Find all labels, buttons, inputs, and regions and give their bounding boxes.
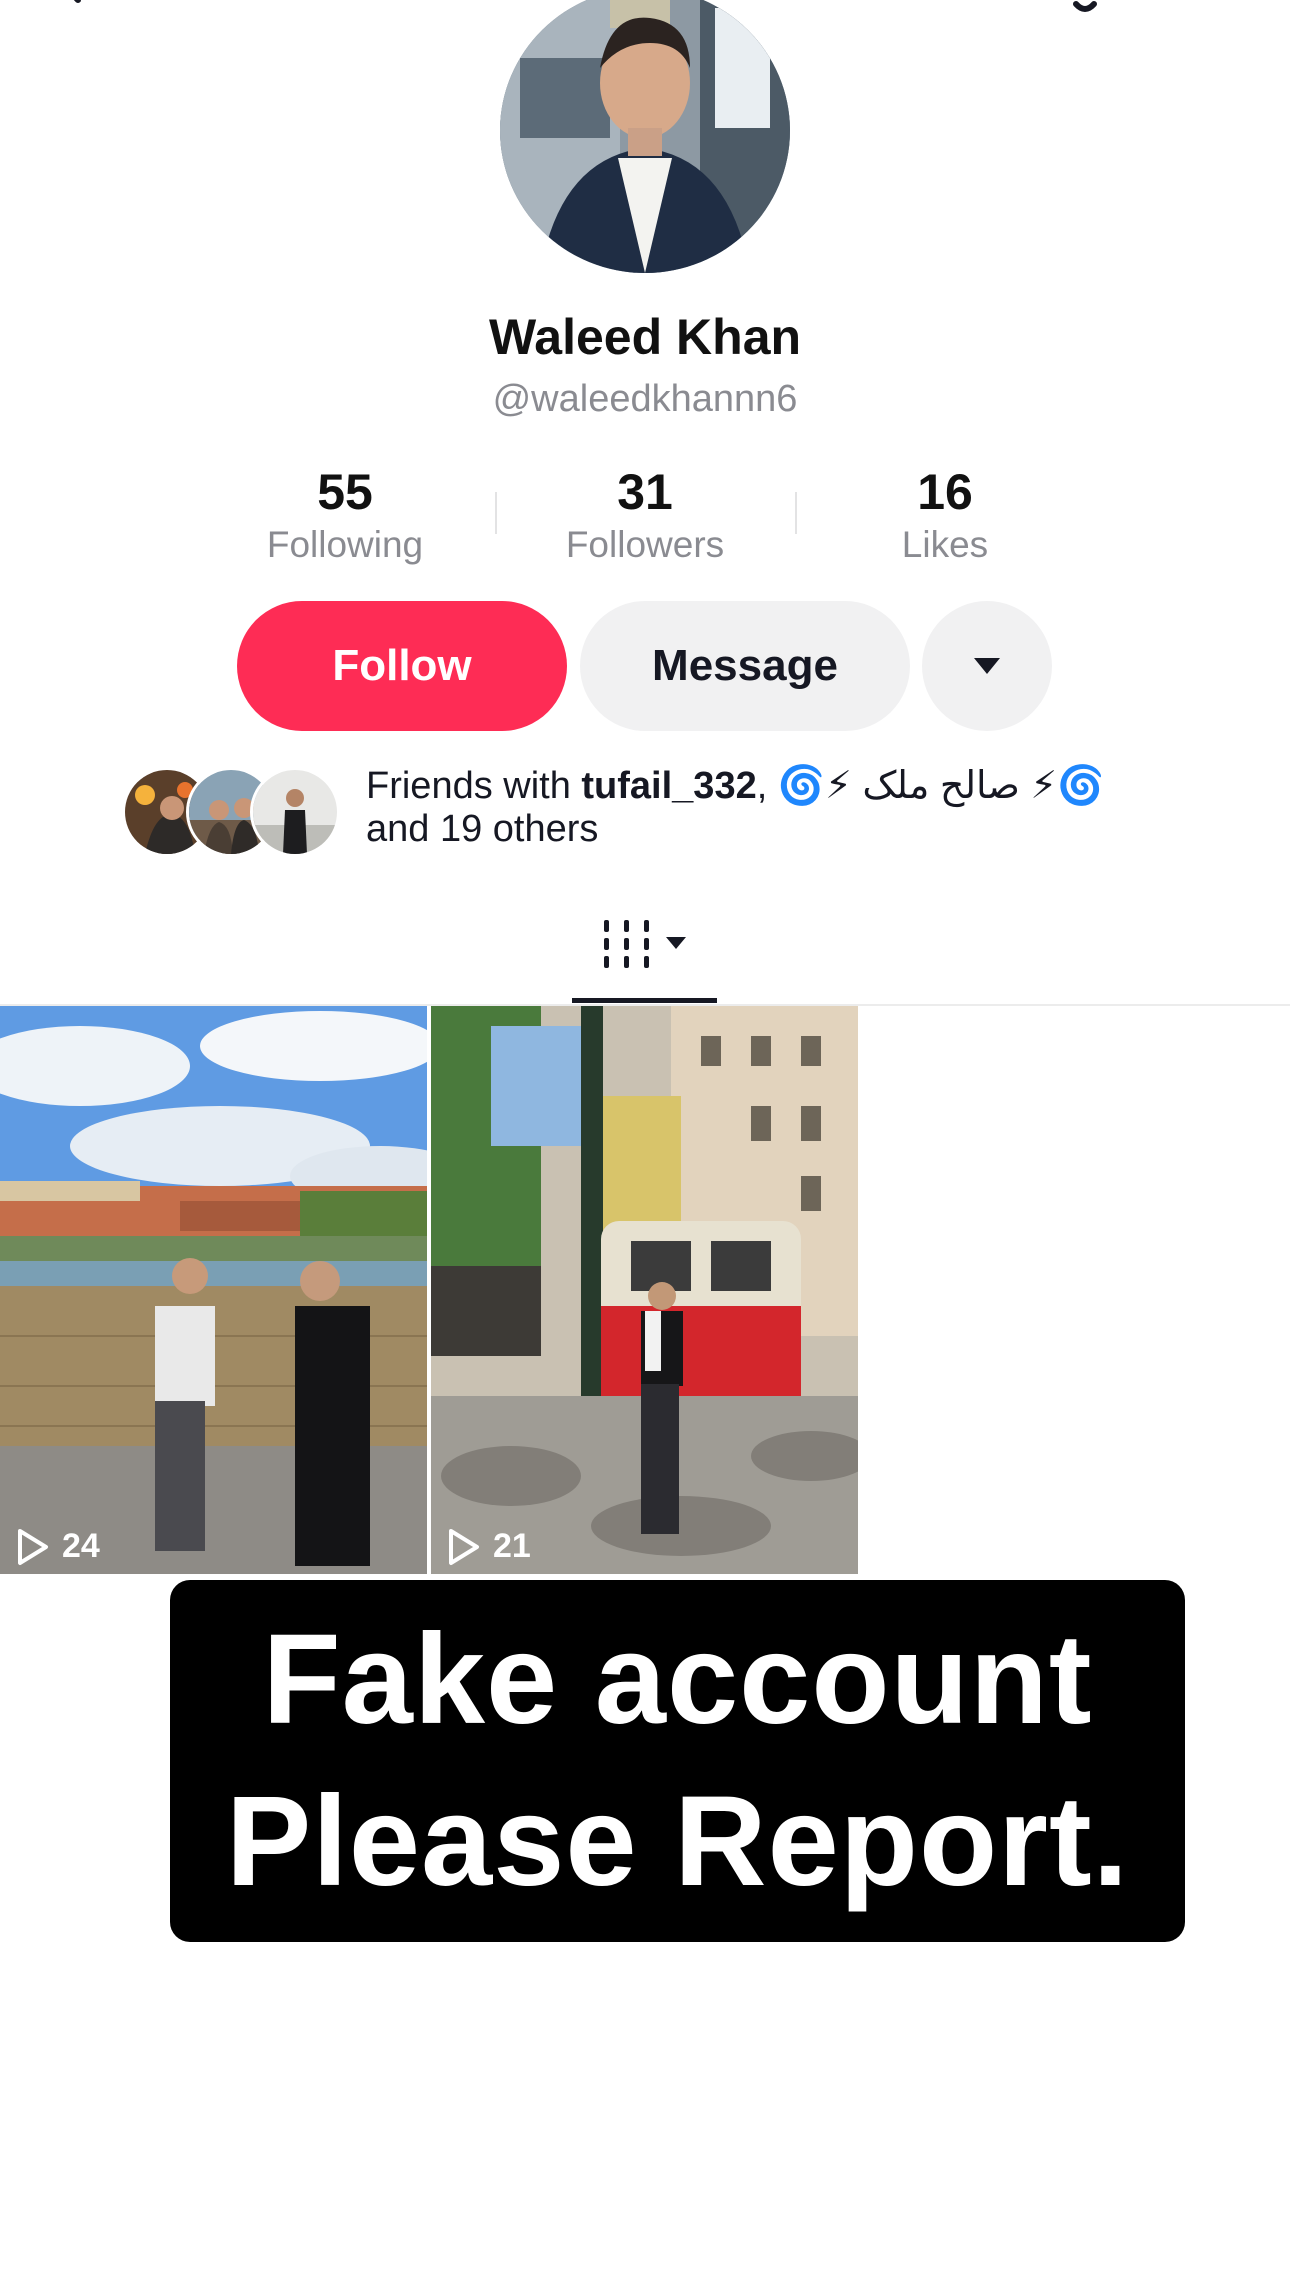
banner-line-1: Fake account (262, 1608, 1093, 1751)
stat-following-value: 55 (317, 464, 373, 520)
friend-username-2: 🌀⚡ صالح ملک ⚡🌀 (777, 765, 1105, 807)
mutual-friends-avatars[interactable] (122, 767, 342, 857)
friends-others: and 19 others (366, 808, 599, 850)
more-options-button[interactable] (922, 601, 1052, 731)
stat-likes-label: Likes (901, 524, 989, 565)
play-icon (18, 1528, 48, 1565)
stat-followers-label: Followers (565, 524, 725, 565)
stat-followers-value: 31 (617, 464, 673, 520)
play-icon (449, 1528, 479, 1565)
warning-banner: Fake account Please Report. (170, 1580, 1185, 1942)
video-thumbnail[interactable]: 21 (431, 1006, 858, 1574)
view-count-value: 24 (62, 1527, 100, 1565)
view-count: 24 (16, 1527, 100, 1566)
stat-likes-value: 16 (917, 464, 973, 520)
videos-grid-tab-icon[interactable] (596, 914, 696, 974)
view-count-value: 21 (493, 1527, 531, 1565)
view-count: 21 (447, 1527, 531, 1566)
friends-separator: , (756, 765, 778, 807)
active-tab-indicator (572, 998, 717, 1003)
caret-down-icon (974, 658, 1000, 674)
stat-likes[interactable]: 16 Likes (795, 462, 1095, 568)
share-arrow-icon[interactable] (1165, 0, 1235, 26)
friend-username: tufail_332 (581, 765, 757, 807)
follow-button[interactable]: Follow (237, 601, 567, 731)
banner-line-2: Please Report. (225, 1770, 1130, 1913)
stat-following-label: Following (266, 524, 424, 565)
friends-prefix: Friends with (366, 765, 582, 807)
profile-name: Waleed Khan (488, 309, 802, 365)
stat-following[interactable]: 55 Following (195, 462, 495, 568)
mutual-friends-text[interactable]: Friends with tufail_332, 🌀⚡ صالح ملک ⚡🌀 … (366, 765, 1206, 851)
profile-handle: @waleedkhannn6 (492, 378, 798, 420)
avatar (250, 767, 340, 857)
stat-followers[interactable]: 31 Followers (495, 462, 795, 568)
message-button[interactable]: Message (580, 601, 910, 731)
profile-avatar[interactable] (500, 0, 790, 273)
video-thumbnail[interactable]: 24 (0, 1006, 427, 1574)
notification-bell-icon[interactable] (1050, 0, 1120, 26)
back-arrow-icon[interactable] (40, 0, 90, 20)
